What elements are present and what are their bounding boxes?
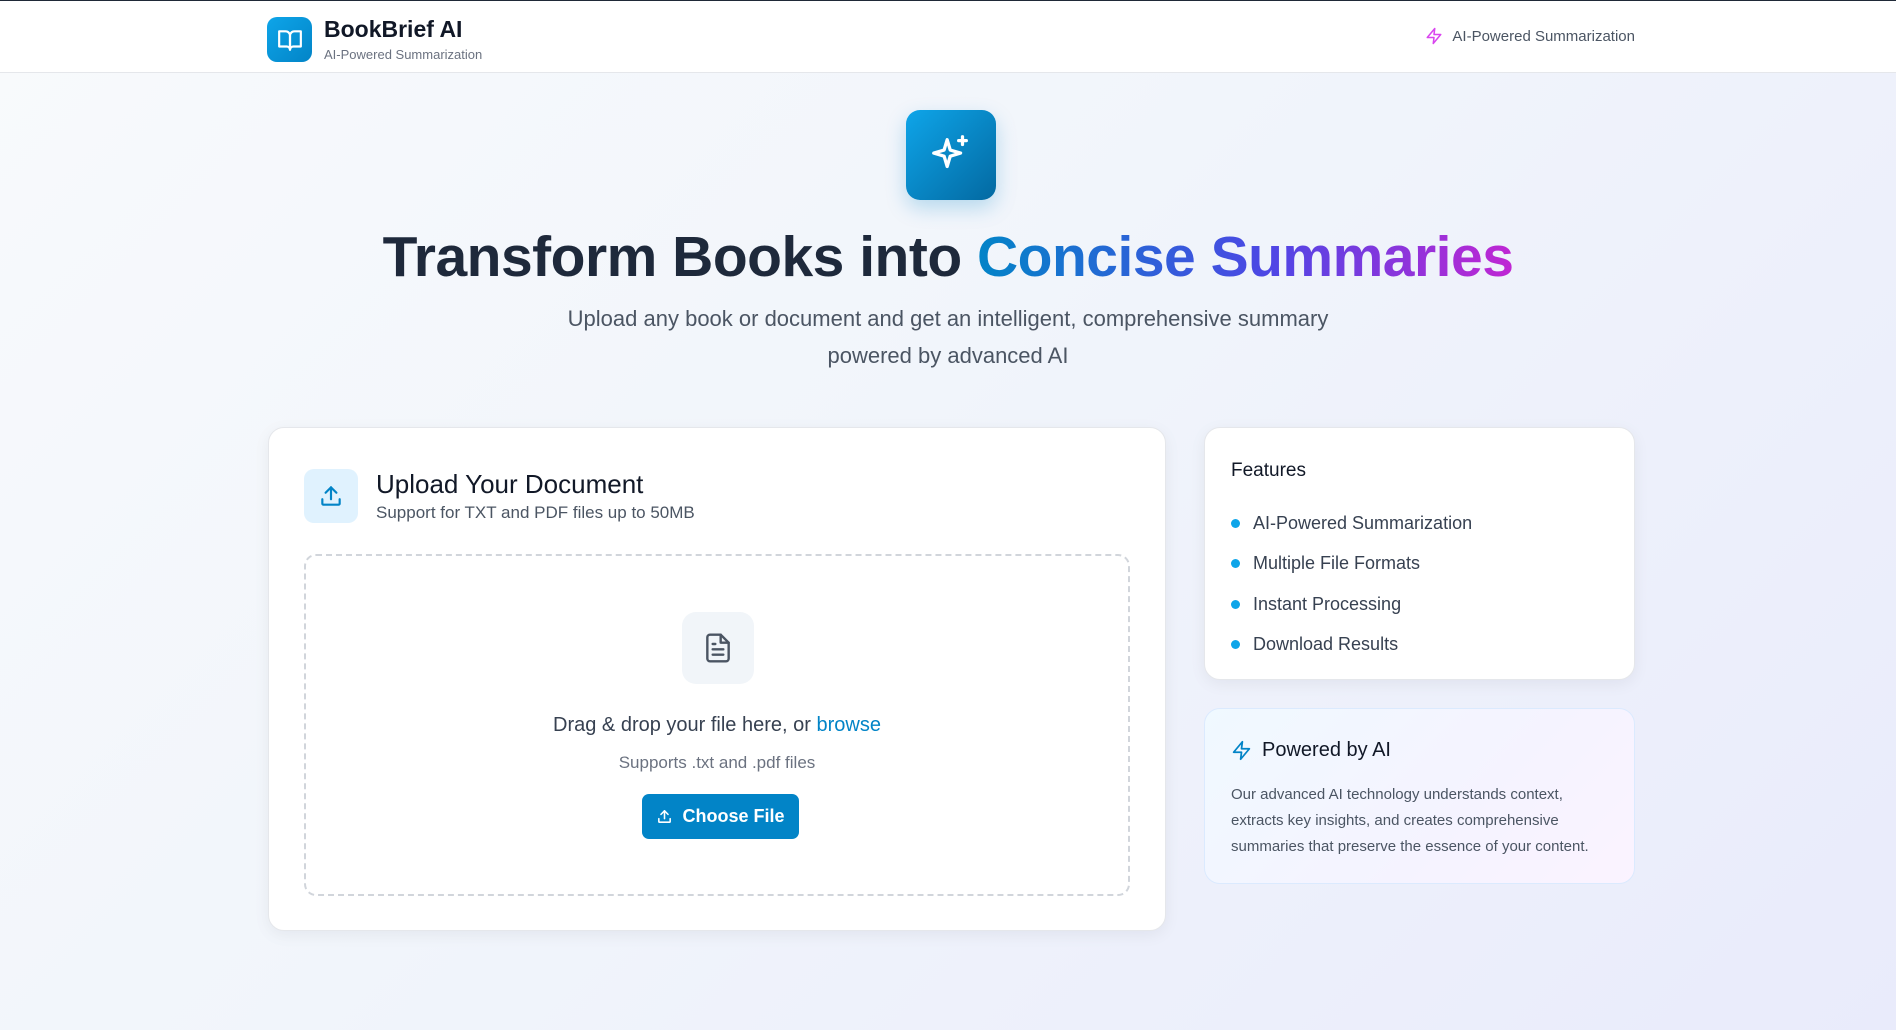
header-badge: AI-Powered Summarization [1425, 27, 1635, 45]
app-header: BookBrief AI AI-Powered Summarization AI… [0, 1, 1896, 73]
file-text-icon [682, 612, 754, 684]
features-title: Features [1231, 460, 1306, 481]
feature-label: Instant Processing [1253, 593, 1402, 614]
hero-title-plain: Transform Books into [382, 225, 977, 289]
feature-item: AI-Powered Summarization [1231, 503, 1472, 544]
feature-label: Multiple File Formats [1253, 553, 1421, 574]
hero-title-highlight: Concise Summaries [977, 225, 1514, 289]
lightning-icon [1426, 27, 1442, 45]
bullet-dot [1231, 599, 1240, 609]
brand[interactable]: BookBrief AI AI-Powered Summarization [267, 15, 482, 64]
hero-title: Transform Books into Concise Summaries [0, 222, 1896, 292]
bullet-dot [1231, 518, 1240, 528]
upload-icon [304, 469, 358, 523]
book-open-icon [267, 17, 312, 62]
upload-title: Upload Your Document [376, 469, 644, 499]
header-badge-label: AI-Powered Summarization [1452, 27, 1635, 45]
brand-name: BookBrief AI [324, 16, 463, 42]
features-list: AI-Powered Summarization Multiple File F… [1231, 503, 1472, 665]
feature-label: AI-Powered Summarization [1253, 512, 1473, 533]
upload-icon [658, 810, 672, 823]
upload-subtitle: Support for TXT and PDF files up to 50MB [376, 503, 695, 522]
feature-label: Download Results [1253, 634, 1399, 655]
upload-card: Upload Your Document Support for TXT and… [268, 427, 1166, 931]
powered-by-ai-title: Powered by AI [1262, 739, 1391, 761]
choose-file-button[interactable]: Choose File [642, 794, 799, 839]
powered-by-ai-text: Our advanced AI technology understands c… [1231, 786, 1589, 855]
supported-formats-hint: Supports .txt and .pdf files [618, 753, 816, 772]
powered-by-ai-heading: Powered by AI [1231, 739, 1391, 762]
brand-tagline: AI-Powered Summarization [324, 47, 483, 62]
lightning-icon [1232, 740, 1251, 761]
hero-subtitle-line1: Upload any book or document and get an i… [567, 306, 1329, 331]
hero-subtitle-line2: powered by advanced AI [827, 343, 1069, 368]
sparkles-icon [906, 110, 996, 200]
feature-item: Instant Processing [1231, 584, 1472, 625]
hero-subtitle: Upload any book or document and get an i… [548, 300, 1348, 374]
browse-link[interactable]: browse [816, 714, 880, 736]
choose-file-label: Choose File [682, 806, 785, 826]
bullet-dot [1231, 640, 1240, 650]
drop-text: Drag & drop your file here, or [553, 714, 817, 736]
feature-item: Multiple File Formats [1231, 544, 1472, 585]
file-dropzone[interactable]: Drag & drop your file here, or browse Su… [304, 554, 1130, 896]
feature-item: Download Results [1231, 625, 1472, 666]
bullet-dot [1231, 559, 1240, 569]
drop-instructions: Drag & drop your file here, or browse [306, 714, 1128, 737]
features-card: Features AI-Powered Summarization Multip… [1204, 427, 1635, 680]
powered-by-ai-card: Powered by AI Our advanced AI technology… [1204, 708, 1635, 884]
